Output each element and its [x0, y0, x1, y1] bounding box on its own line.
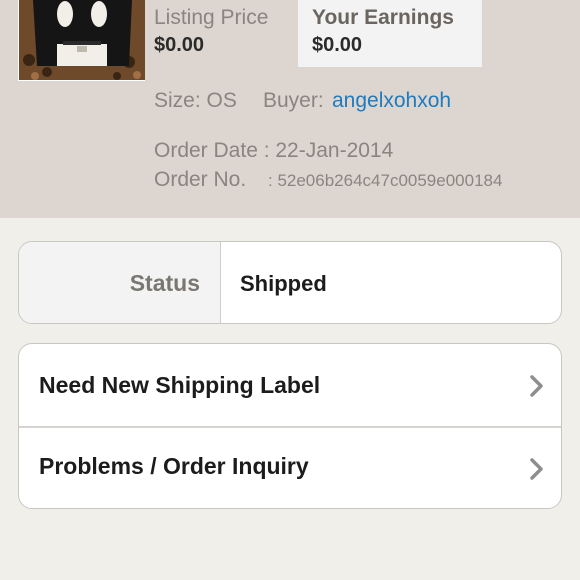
handbag-image	[19, 0, 145, 80]
menu-item-label: Problems / Order Inquiry	[39, 453, 309, 479]
order-no-label: Order No.	[154, 168, 247, 191]
buyer-link[interactable]: angelxohxoh	[332, 89, 451, 113]
status-card: Status Shipped	[18, 241, 562, 324]
product-thumbnail[interactable]	[18, 0, 145, 81]
status-label: Status	[129, 270, 200, 296]
problems-order-inquiry-item[interactable]: Problems / Order Inquiry	[19, 426, 561, 508]
order-summary-panel: Listing Price $0.00 Your Earnings $0.00 …	[0, 0, 580, 218]
buyer-label: Buyer:	[263, 89, 324, 112]
menu-item-label: Need New Shipping Label	[39, 372, 321, 398]
chevron-right-icon	[530, 375, 543, 397]
listing-price-value: $0.00	[154, 34, 205, 56]
order-no-value: : 52e06b264c47c0059e000184	[268, 171, 503, 190]
size-text: Size: OS	[154, 89, 237, 112]
order-date-text: Order Date : 22-Jan-2014	[154, 139, 394, 162]
need-new-shipping-label-item[interactable]: Need New Shipping Label	[19, 344, 561, 426]
order-actions-menu: Need New Shipping Label Problems / Order…	[18, 343, 562, 509]
earnings-value: $0.00	[312, 34, 363, 56]
status-value: Shipped	[240, 271, 327, 296]
earnings-box: Your Earnings $0.00	[298, 0, 482, 67]
chevron-right-icon	[530, 458, 543, 480]
earnings-label: Your Earnings	[312, 6, 454, 29]
listing-price-label: Listing Price	[154, 6, 269, 29]
status-label-cell: Status	[19, 242, 221, 323]
